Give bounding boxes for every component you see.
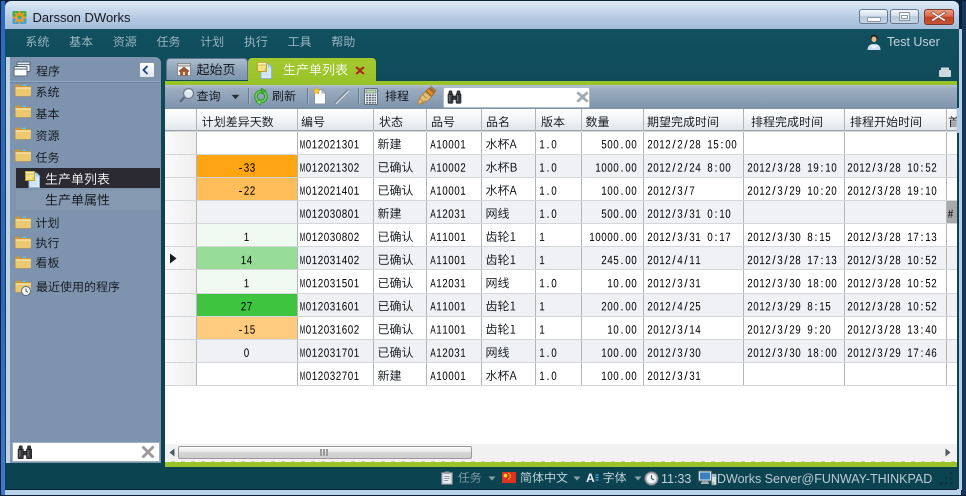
svg-text:A: A [586,471,595,485]
